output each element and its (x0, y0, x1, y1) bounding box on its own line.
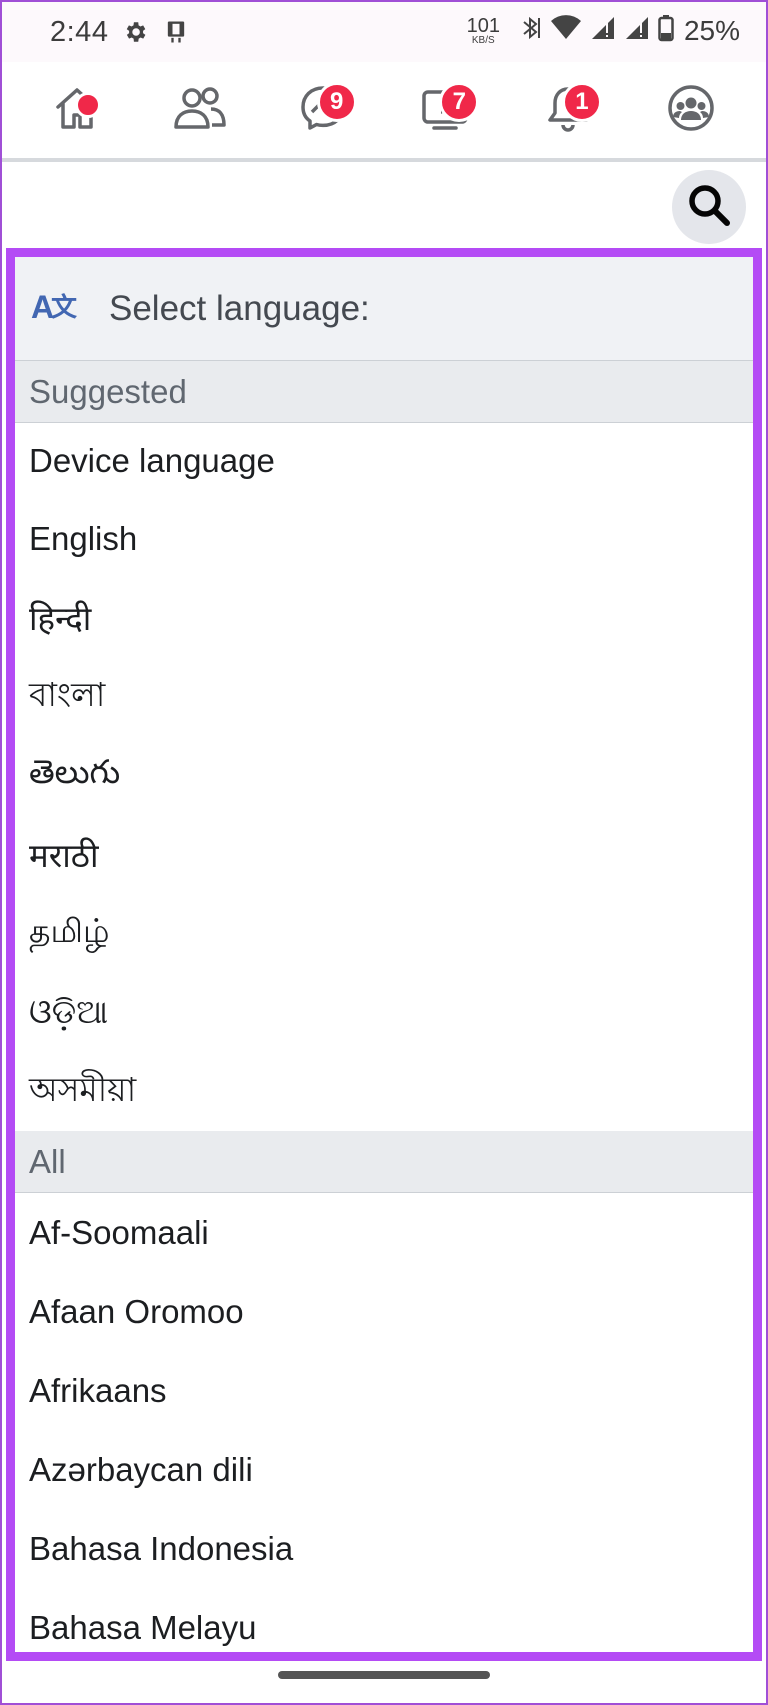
search-icon (686, 182, 732, 233)
status-bar: 2:44 101 KB/S 25% (2, 2, 766, 62)
language-option-tamil[interactable]: தமிழ் (15, 894, 753, 973)
nav-friends[interactable] (164, 74, 236, 146)
nav-home[interactable] (41, 74, 113, 146)
language-option-bengali[interactable]: বাংলা (15, 657, 753, 736)
friends-icon (173, 85, 227, 136)
suggested-language-list: Device language English हिन्दी বাংলা తెల… (15, 423, 753, 1131)
language-option-afrikaans[interactable]: Afrikaans (15, 1351, 753, 1430)
nav-groups[interactable] (655, 74, 727, 146)
language-panel-header: A文 Select language: (15, 257, 753, 361)
battery-percent: 25% (683, 14, 740, 46)
svg-text:文: 文 (51, 292, 78, 323)
language-option-odia[interactable]: ଓଡ଼ିଆ (15, 973, 753, 1052)
translate-icon: A文 (31, 288, 81, 329)
language-option-bahasa-melayu[interactable]: Bahasa Melayu (15, 1588, 753, 1652)
nav-watch[interactable]: 7 (409, 74, 481, 146)
language-selector-panel: A文 Select language: Suggested Device lan… (6, 248, 762, 1661)
notifications-badge: 1 (561, 82, 602, 122)
battery-icon (658, 14, 674, 47)
language-option-assamese[interactable]: অসমীয়া (15, 1052, 753, 1131)
language-option-english[interactable]: English (15, 499, 753, 578)
section-header-all: All (15, 1131, 753, 1193)
bluetooth-icon (518, 14, 542, 47)
net-speed: 101 KB/S (466, 14, 500, 46)
language-option-device-language[interactable]: Device language (15, 423, 753, 499)
language-option-af-soomaali[interactable]: Af-Soomaali (15, 1193, 753, 1272)
language-option-azerbaycan-dili[interactable]: Azərbaycan dili (15, 1430, 753, 1509)
gesture-navigation-bar[interactable] (278, 1671, 490, 1679)
messenger-badge: 9 (316, 82, 357, 122)
all-language-list: Af-Soomaali Afaan Oromoo Afrikaans Azərb… (15, 1193, 753, 1652)
watch-badge: 7 (439, 82, 480, 122)
signal-icon (590, 15, 616, 46)
wifi-icon (550, 15, 582, 46)
status-time: 2:44 (50, 16, 109, 48)
section-header-suggested: Suggested (15, 361, 753, 423)
top-nav-bar: 9 7 1 (2, 62, 766, 158)
device-icon (162, 18, 190, 51)
language-option-afaan-oromoo[interactable]: Afaan Oromoo (15, 1272, 753, 1351)
settings-icon (122, 19, 148, 50)
nav-notifications[interactable]: 1 (532, 74, 604, 146)
search-button[interactable] (672, 170, 746, 244)
language-option-bahasa-indonesia[interactable]: Bahasa Indonesia (15, 1509, 753, 1588)
language-panel-title: Select language: (109, 288, 370, 328)
search-row (2, 162, 766, 248)
nav-messenger[interactable]: 9 (287, 74, 359, 146)
groups-icon (666, 83, 716, 138)
language-option-marathi[interactable]: मराठी (15, 815, 753, 894)
language-option-hindi[interactable]: हिन्दी (15, 578, 753, 657)
language-option-telugu[interactable]: తెలుగు (15, 736, 753, 815)
signal-icon (624, 15, 650, 46)
